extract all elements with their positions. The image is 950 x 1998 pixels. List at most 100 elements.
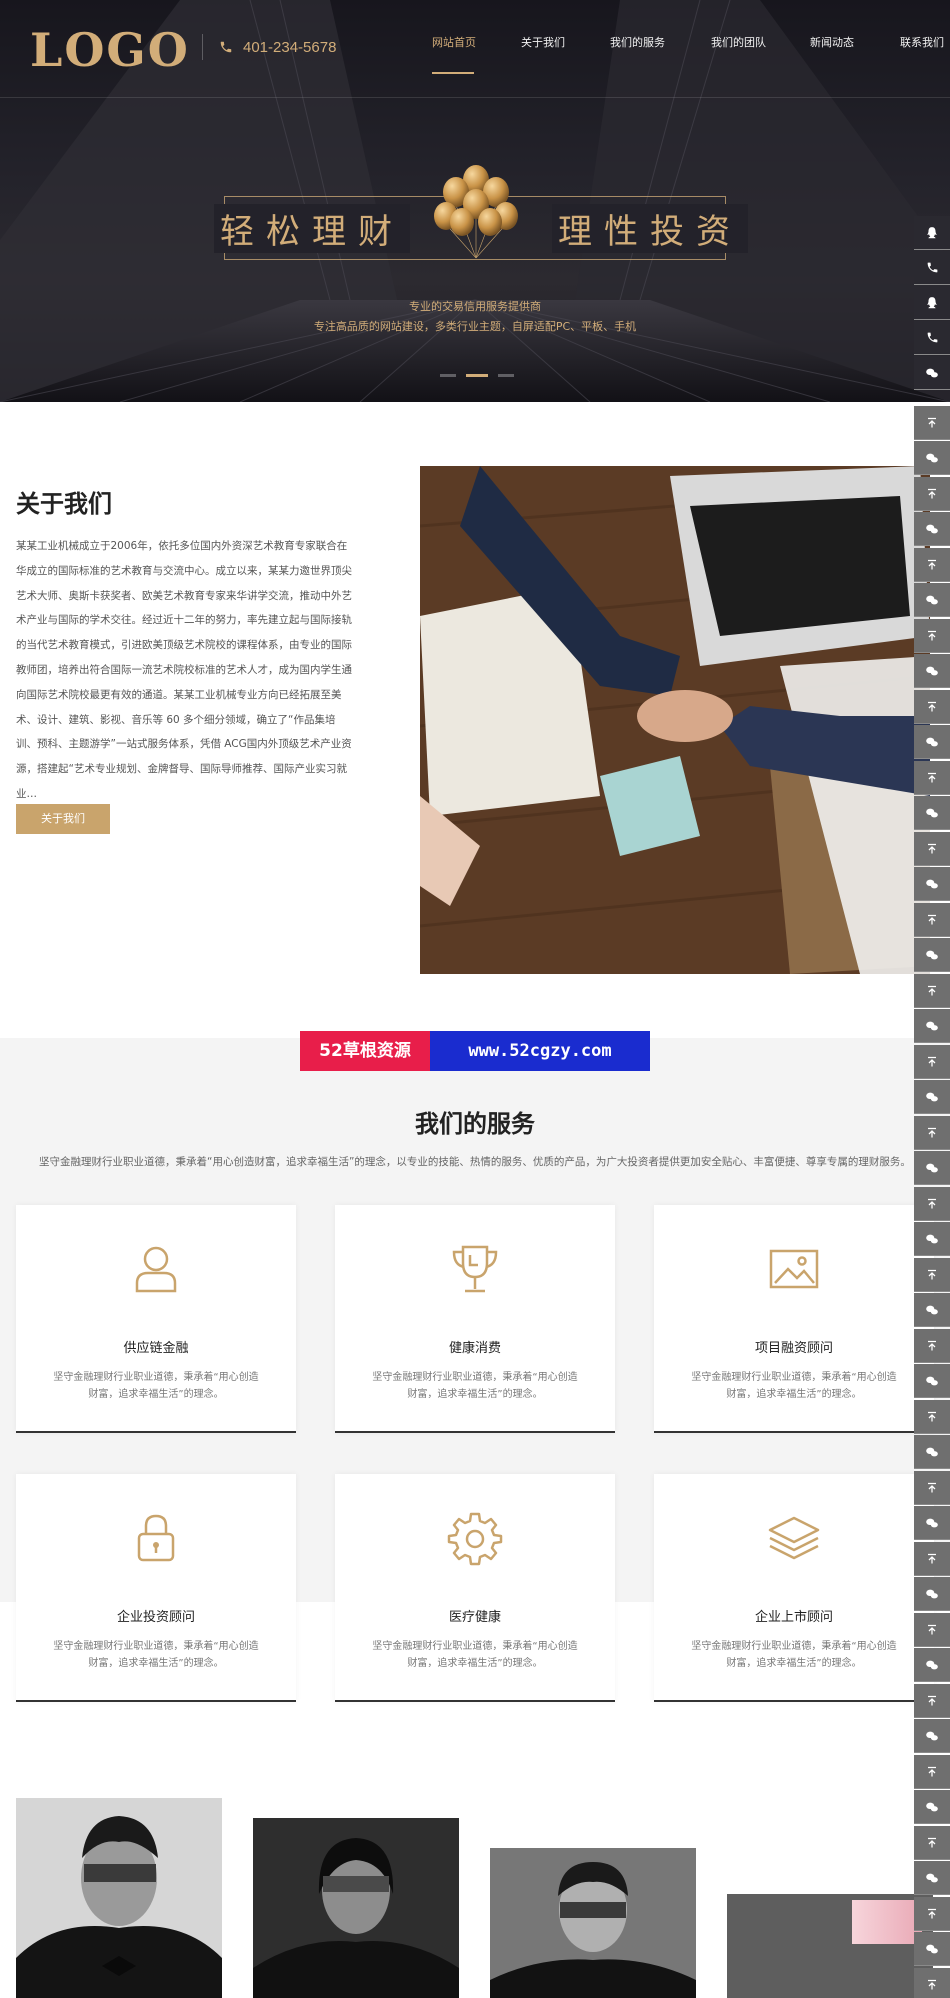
- sidebar-back-to-top-button[interactable]: [914, 1826, 950, 1860]
- wechat-icon: [926, 1447, 938, 1456]
- nav-news[interactable]: 新闻动态: [810, 34, 854, 50]
- service-card-desc: 坚守金融理财行业职业道德，秉承着“用心创造财富，追求幸福生活”的理念。: [372, 1641, 578, 1669]
- service-card-desc: 坚守金融理财行业职业道德，秉承着“用心创造财富，追求幸福生活”的理念。: [691, 1372, 897, 1400]
- service-card[interactable]: 健康消费 坚守金融理财行业职业道德，秉承着“用心创造财富，追求幸福生活”的理念。: [335, 1205, 615, 1433]
- team-member-photo[interactable]: [16, 1798, 222, 1998]
- sidebar-back-to-top-button[interactable]: [914, 1045, 950, 1079]
- sidebar-back-to-top-button[interactable]: [914, 619, 950, 653]
- sidebar-wechat-button[interactable]: [914, 512, 950, 546]
- sidebar-wechat-button[interactable]: [914, 1080, 950, 1114]
- team-member-photo[interactable]: [490, 1848, 696, 1998]
- sidebar-wechat-button[interactable]: [914, 1719, 950, 1753]
- hero-banner: LOGO 401-234-5678 网站首页 关于我们 我们的服务 我们的团队 …: [0, 0, 950, 402]
- sidebar-wechat-button[interactable]: [914, 796, 950, 830]
- nav-contact[interactable]: 联系我们: [900, 34, 944, 50]
- sidebar-back-to-top-button[interactable]: [914, 1542, 950, 1576]
- arrow-up-icon: [928, 1908, 936, 1918]
- about-handshake-photo: [420, 466, 930, 974]
- sidebar-wechat-button[interactable]: [914, 725, 950, 759]
- sidebar-wechat-button[interactable]: [914, 1790, 950, 1824]
- sidebar-wechat-button[interactable]: [914, 1293, 950, 1327]
- sidebar-back-to-top-button[interactable]: [914, 1471, 950, 1505]
- arrow-up-icon: [928, 914, 936, 924]
- about-more-button[interactable]: 关于我们: [16, 804, 110, 834]
- nav-services[interactable]: 我们的服务: [610, 34, 665, 50]
- slider-dot[interactable]: [440, 374, 456, 377]
- sidebar-back-to-top-button[interactable]: [914, 1897, 950, 1931]
- sidebar-back-to-top-button[interactable]: [914, 690, 950, 724]
- hero-subtitle: 专业的交易信用服务提供商: [409, 300, 541, 313]
- sidebar-back-to-top-button[interactable]: [914, 1400, 950, 1434]
- sidebar-back-to-top-button[interactable]: [914, 761, 950, 795]
- nav-about[interactable]: 关于我们: [521, 34, 565, 50]
- nav-team[interactable]: 我们的团队: [711, 34, 766, 50]
- service-card[interactable]: 企业上市顾问 坚守金融理财行业职业道德，秉承着“用心创造财富，追求幸福生活”的理…: [654, 1474, 934, 1702]
- nav-home[interactable]: 网站首页: [432, 34, 476, 50]
- floating-sidebar: [914, 216, 950, 1998]
- sidebar-wechat-button[interactable]: [914, 1932, 950, 1966]
- sidebar-back-to-top-button[interactable]: [914, 1684, 950, 1718]
- phone-number[interactable]: 401-234-5678: [243, 39, 336, 56]
- sidebar-back-to-top-button[interactable]: [914, 477, 950, 511]
- banner-right-text: 理性投资: [552, 204, 748, 253]
- service-card[interactable]: 医疗健康 坚守金融理财行业职业道德，秉承着“用心创造财富，追求幸福生活”的理念。: [335, 1474, 615, 1702]
- sidebar-qq-button[interactable]: [914, 286, 950, 320]
- slider-dot[interactable]: [498, 374, 514, 377]
- sidebar-wechat-button[interactable]: [914, 1861, 950, 1895]
- image-icon: [769, 1249, 819, 1289]
- arrow-up-icon: [928, 985, 936, 995]
- sidebar-back-to-top-button[interactable]: [914, 1116, 950, 1150]
- sidebar-wechat-button[interactable]: [914, 1506, 950, 1540]
- sidebar-wechat-button[interactable]: [914, 1577, 950, 1611]
- arrow-up-icon: [928, 1198, 936, 1208]
- service-card-desc: 坚守金融理财行业职业道德，秉承着“用心创造财富，追求幸福生活”的理念。: [691, 1641, 897, 1669]
- slider-dot-active[interactable]: [466, 374, 488, 377]
- service-card-desc: 坚守金融理财行业职业道德，秉承着“用心创造财富，追求幸福生活”的理念。: [53, 1641, 259, 1669]
- sidebar-wechat-button[interactable]: [914, 441, 950, 475]
- sidebar-back-to-top-button[interactable]: [914, 832, 950, 866]
- site-logo[interactable]: LOGO: [30, 24, 190, 76]
- wechat-icon: [926, 1944, 938, 1953]
- sidebar-back-to-top-button[interactable]: [914, 1755, 950, 1789]
- wechat-icon: [926, 808, 938, 817]
- sidebar-back-to-top-button[interactable]: [914, 1187, 950, 1221]
- sidebar-wechat-button[interactable]: [914, 938, 950, 972]
- sidebar-wechat-button[interactable]: [914, 1151, 950, 1185]
- service-card-title: 供应链金融: [123, 1341, 189, 1356]
- sidebar-back-to-top-button[interactable]: [914, 1613, 950, 1647]
- team-member-photo[interactable]: [253, 1818, 459, 1998]
- sidebar-back-to-top-button[interactable]: [914, 1329, 950, 1363]
- sidebar-back-to-top-button[interactable]: [914, 1968, 950, 1998]
- sidebar-back-to-top-button[interactable]: [914, 974, 950, 1008]
- sidebar-wechat-button[interactable]: [914, 867, 950, 901]
- sidebar-wechat-button[interactable]: [914, 1364, 950, 1398]
- sidebar-phone-button[interactable]: [914, 251, 950, 285]
- sidebar-qq-button[interactable]: [914, 216, 950, 250]
- wechat-icon: [926, 595, 938, 604]
- sidebar-wechat-button[interactable]: [914, 1435, 950, 1469]
- wechat-icon: [926, 1731, 938, 1740]
- arrow-up-icon: [928, 1269, 936, 1279]
- sidebar-wechat-button[interactable]: [914, 1222, 950, 1256]
- site-header: LOGO 401-234-5678 网站首页 关于我们 我们的服务 我们的团队 …: [0, 0, 950, 98]
- sidebar-wechat-button[interactable]: [914, 1009, 950, 1043]
- service-card[interactable]: 项目融资顾问 坚守金融理财行业职业道德，秉承着“用心创造财富，追求幸福生活”的理…: [654, 1205, 934, 1433]
- wechat-icon: [926, 524, 938, 533]
- sidebar-back-to-top-button[interactable]: [914, 406, 950, 440]
- services-title: 我们的服务: [415, 1110, 535, 1138]
- sidebar-back-to-top-button[interactable]: [914, 548, 950, 582]
- service-card[interactable]: 企业投资顾问 坚守金融理财行业职业道德，秉承着“用心创造财富，追求幸福生活”的理…: [16, 1474, 296, 1702]
- service-card[interactable]: 供应链金融 坚守金融理财行业职业道德，秉承着“用心创造财富，追求幸福生活”的理念…: [16, 1205, 296, 1433]
- sidebar-back-to-top-button[interactable]: [914, 903, 950, 937]
- sidebar-back-to-top-button[interactable]: [914, 1258, 950, 1292]
- service-card-desc: 坚守金融理财行业职业道德，秉承着“用心创造财富，追求幸福生活”的理念。: [53, 1372, 259, 1400]
- phone-icon: [927, 332, 937, 343]
- sidebar-wechat-button[interactable]: [914, 356, 950, 390]
- sidebar-wechat-button[interactable]: [914, 1648, 950, 1682]
- sidebar-phone-button[interactable]: [914, 321, 950, 355]
- sidebar-wechat-button[interactable]: [914, 583, 950, 617]
- sidebar-wechat-button[interactable]: [914, 654, 950, 688]
- arrow-up-icon: [928, 772, 936, 782]
- service-card-desc: 坚守金融理财行业职业道德，秉承着“用心创造财富，追求幸福生活”的理念。: [372, 1372, 578, 1400]
- header-phone: 401-234-5678: [202, 34, 336, 60]
